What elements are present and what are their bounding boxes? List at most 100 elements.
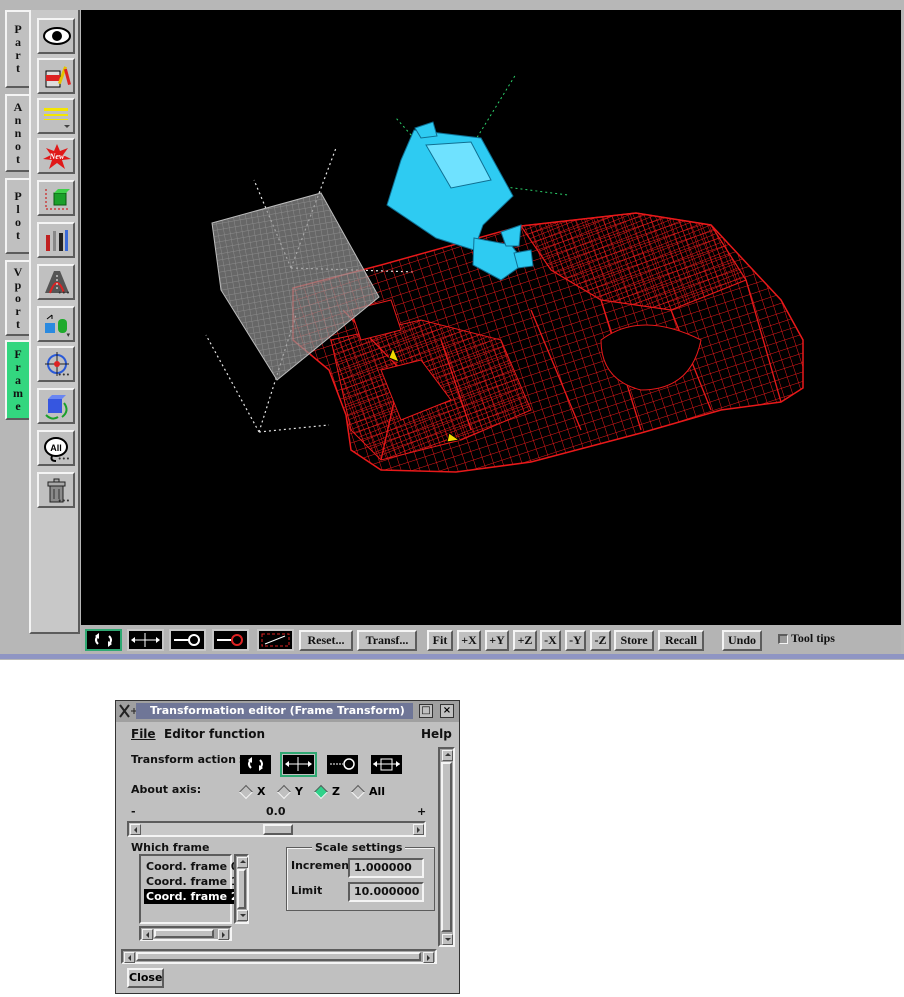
action-translate-button[interactable] <box>280 752 317 777</box>
tab-letter: r <box>15 359 21 374</box>
frame-list[interactable]: Coord. frame 0 Coord. frame 1 Coord. frame… <box>139 854 241 924</box>
more-dots: ••• <box>57 455 70 463</box>
menu-file[interactable]: File <box>131 727 156 741</box>
frame-list-items: Coord. frame 0 Coord. frame 1 Coord. frame… <box>144 859 241 904</box>
slider-thumb[interactable] <box>263 824 293 835</box>
frame-hscroll-thumb[interactable] <box>154 929 214 938</box>
zoom-mode-button[interactable] <box>169 629 206 651</box>
view-button-plusminus-z[interactable]: +Z <box>513 630 537 651</box>
tab-annot[interactable]: Annot <box>5 94 29 172</box>
frame-list-vscroll[interactable] <box>234 854 249 924</box>
view-button-plusminus-y[interactable]: +Y <box>485 630 509 651</box>
frame-list-item[interactable]: Coord. frame 2 <box>144 889 241 904</box>
tab-letter: t <box>16 61 20 75</box>
scroll-left-button[interactable] <box>124 952 135 963</box>
tool-tips-toggle[interactable]: Tool tips <box>778 631 835 646</box>
tab-letter: a <box>15 372 21 387</box>
translate-icon <box>131 633 160 647</box>
horizontal-scrollbar[interactable] <box>121 949 437 964</box>
action-scale-button[interactable] <box>368 752 405 777</box>
view-button-fit[interactable]: Fit <box>427 630 453 651</box>
scroll-down-button[interactable] <box>442 934 453 945</box>
eye-tool-button[interactable] <box>37 18 75 54</box>
frame-list-hscroll[interactable] <box>139 926 232 941</box>
view-button-undo[interactable]: Undo <box>722 630 762 651</box>
frame-list-item[interactable]: Coord. frame 0 <box>144 859 241 874</box>
scroll-right-button[interactable] <box>423 952 434 963</box>
delete-tool-button[interactable]: ••• <box>37 472 75 508</box>
vertical-scrollbar[interactable] <box>438 747 455 947</box>
zoom-region-mode-button[interactable] <box>212 629 249 651</box>
rotate-icon <box>95 633 112 647</box>
frame-scroll-thumb[interactable] <box>237 869 246 909</box>
new-tool-button[interactable]: New <box>37 138 75 174</box>
more-dots: ••• <box>57 289 70 297</box>
view-button-plusminus-x[interactable]: +X <box>457 630 481 651</box>
view-button-recall[interactable]: Recall <box>658 630 704 651</box>
slider-right-button[interactable] <box>413 824 424 835</box>
frame-scroll-up[interactable] <box>237 857 248 868</box>
more-dots: ••• <box>57 371 70 379</box>
scroll-thumb[interactable] <box>441 762 452 932</box>
tab-letter: p <box>14 277 22 292</box>
close-window-button[interactable]: × <box>440 704 454 718</box>
increment-field[interactable]: 1.000000 <box>348 858 424 878</box>
tab-letter: o <box>15 138 21 153</box>
axis-radio-y[interactable]: Y <box>276 784 303 800</box>
frame-scroll-down[interactable] <box>237 910 248 921</box>
transform-action-label: Transform action: <box>131 753 241 766</box>
transformation-editor-dialog: Transformation editor (Frame Transform) … <box>115 700 460 994</box>
tool-panel: New ••• ▾ ••• All ••• ••• <box>29 10 80 634</box>
car-body-wireframe <box>292 212 804 473</box>
axis-radio-label: Z <box>332 785 340 798</box>
rotate-cube-tool-button[interactable] <box>37 388 75 424</box>
close-button[interactable]: Close <box>127 968 164 988</box>
transform-tool-button[interactable]: ▾ <box>37 306 75 342</box>
tools-tool-button[interactable] <box>37 222 75 258</box>
view-button-store[interactable]: Store <box>614 630 654 651</box>
transform-slider[interactable] <box>127 821 426 837</box>
bottom-toolbar: Reset... Transf... Fit +X +Y +Z -X -Y -Z Store Rec… <box>81 625 901 654</box>
view-button-minus-z[interactable]: -Z <box>590 630 611 651</box>
axis-radio-x[interactable]: X <box>238 784 265 800</box>
paint-bucket-icon <box>45 66 72 88</box>
translate-mode-button[interactable] <box>127 629 164 651</box>
tab-part[interactable]: Part <box>5 10 29 88</box>
menu-editor-function[interactable]: Editor function <box>164 727 265 741</box>
rotate-mode-button[interactable] <box>85 629 122 651</box>
frame-scroll-left[interactable] <box>142 929 153 940</box>
view-button-transf[interactable]: Transf... <box>357 630 417 651</box>
sidebar-tabs: Part Annot Plot Vport Frame <box>5 10 31 630</box>
slider-left-button[interactable] <box>130 824 141 835</box>
view-button-minus-y[interactable]: -Y <box>565 630 586 651</box>
axis-radio-all[interactable]: All <box>350 784 385 800</box>
scroll-up-button[interactable] <box>442 750 453 761</box>
limit-field[interactable]: 10.000000 <box>348 882 424 902</box>
title-bar[interactable]: Transformation editor (Frame Transform) … <box>116 701 459 722</box>
menu-help[interactable]: Help <box>421 727 452 741</box>
line-style-tool-button[interactable] <box>37 98 75 134</box>
tool-tips-checkbox[interactable] <box>778 633 788 644</box>
color-tool-button[interactable] <box>37 58 75 94</box>
eye-icon <box>43 27 71 45</box>
axis-tool-button[interactable] <box>37 180 75 216</box>
view-button-minus-x[interactable]: -X <box>540 630 561 651</box>
frame-scroll-right[interactable] <box>218 929 229 940</box>
slider-max-label: + <box>417 805 427 818</box>
frame-list-item[interactable]: Coord. frame 1 <box>144 874 241 889</box>
tab-vport[interactable]: Vport <box>5 260 29 336</box>
compass-tool-button[interactable]: ••• <box>37 346 75 382</box>
all-tool-button[interactable]: All ••• <box>37 430 75 466</box>
tab-frame[interactable]: Frame <box>5 340 29 420</box>
rubberband-mode-button[interactable] <box>257 629 294 651</box>
axis-radio-z[interactable]: Z <box>313 784 340 800</box>
hscroll-thumb[interactable] <box>136 952 421 961</box>
road-tool-button[interactable]: ••• <box>37 264 75 300</box>
zoom-region-icon <box>217 634 243 646</box>
action-rotate-button[interactable] <box>237 752 274 777</box>
tab-plot[interactable]: Plot <box>5 178 29 254</box>
maximize-button[interactable]: □ <box>419 704 433 718</box>
graphics-viewport[interactable] <box>81 10 901 625</box>
view-button-reset[interactable]: Reset... <box>299 630 353 651</box>
action-zoom-button[interactable] <box>324 752 361 777</box>
